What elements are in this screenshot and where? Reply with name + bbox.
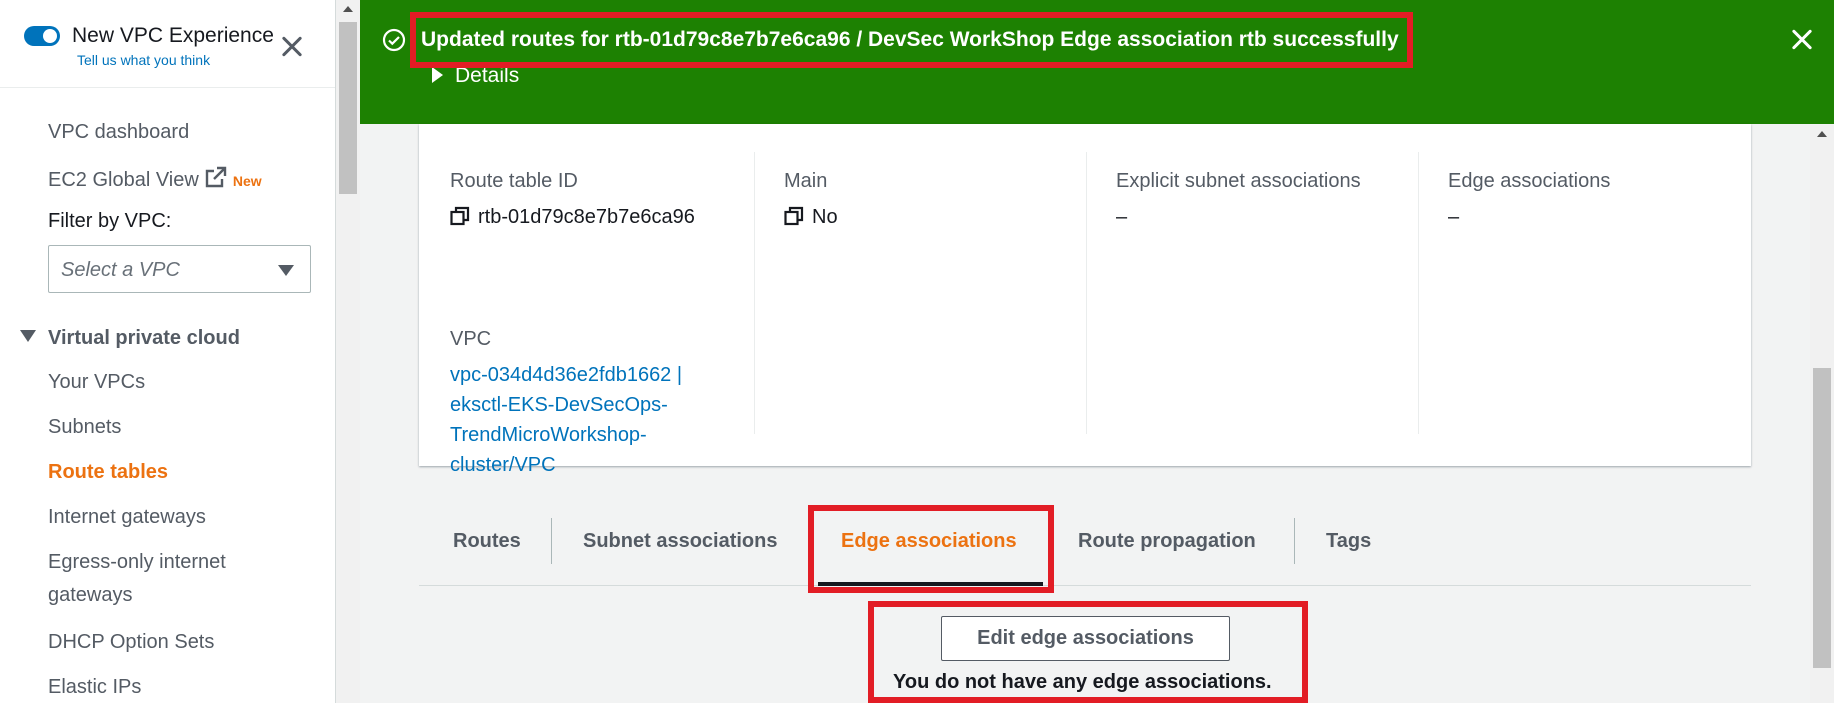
column-divider xyxy=(754,152,755,434)
sidebar-item-label: Your VPCs xyxy=(48,371,146,393)
scroll-up-arrow-icon[interactable] xyxy=(343,6,353,12)
new-experience-header: New VPC Experience Tell us what you thin… xyxy=(0,0,335,88)
sidebar-item-label: Egress-only internet xyxy=(48,551,226,573)
sidebar-item-label: Subnets xyxy=(48,416,122,438)
new-experience-toggle[interactable] xyxy=(24,26,60,46)
sidebar: New VPC Experience Tell us what you thin… xyxy=(0,0,336,703)
sidebar-item-your-vpcs[interactable]: Your VPCs xyxy=(48,371,145,394)
tab-separator xyxy=(1294,518,1295,564)
copy-icon[interactable] xyxy=(450,206,470,226)
sidebar-item-elastic-ips[interactable]: Elastic IPs xyxy=(48,676,141,699)
toggle-knob xyxy=(43,29,57,43)
vpc-label: VPC xyxy=(450,328,492,350)
main-scrollbar-thumb[interactable] xyxy=(1813,368,1831,668)
new-experience-title: New VPC Experience xyxy=(72,24,274,47)
section-title: Virtual private cloud xyxy=(48,327,240,349)
main-label: Main xyxy=(784,170,828,192)
caret-down-icon xyxy=(20,330,36,342)
vpc-filter-placeholder: Select a VPC xyxy=(61,259,180,281)
vpc-link[interactable]: vpc-034d4d36e2fdb1662 | eksctl-EKS-DevSe… xyxy=(450,360,720,480)
sidebar-item-route-tables[interactable]: Route tables xyxy=(48,461,168,484)
main-scrollbar[interactable] xyxy=(1810,125,1834,703)
explicit-subnet-associations-label: Explicit subnet associations xyxy=(1116,170,1361,192)
details-label: Details xyxy=(455,64,520,87)
route-table-id-label: Route table ID xyxy=(450,170,578,192)
sidebar-item-label: Internet gateways xyxy=(48,506,206,528)
sidebar-item-egress-only-internet-gateways-line2[interactable]: gateways xyxy=(48,584,133,607)
success-check-circle-icon xyxy=(382,28,406,52)
new-badge: New xyxy=(232,173,262,189)
filter-by-vpc-label: Filter by VPC: xyxy=(48,210,172,232)
success-flash-banner: Updated routes for rtb-01d79c8e7b7e6ca96… xyxy=(360,0,1834,124)
sidebar-item-ec2-global-view[interactable]: EC2 Global View New xyxy=(48,166,262,192)
edge-associations-value: – xyxy=(1448,206,1460,228)
empty-state-message: You do not have any edge associations. xyxy=(893,671,1272,693)
close-sidebar-icon[interactable] xyxy=(278,33,306,61)
sidebar-item-label: Route tables xyxy=(48,461,169,483)
route-table-id-value: rtb-01d79c8e7b7e6ca96 xyxy=(450,206,695,229)
edge-associations-label: Edge associations xyxy=(1448,170,1611,192)
external-link-icon xyxy=(205,166,227,188)
sidebar-item-internet-gateways[interactable]: Internet gateways xyxy=(48,506,206,529)
caret-right-icon xyxy=(432,67,443,83)
tab-separator xyxy=(551,518,552,564)
sidebar-item-label: VPC dashboard xyxy=(48,121,190,143)
caret-down-icon xyxy=(278,265,294,276)
tab-edge-associations[interactable]: Edge associations xyxy=(841,530,1017,553)
active-tab-indicator xyxy=(818,582,1043,586)
tab-routes[interactable]: Routes xyxy=(453,530,521,553)
feedback-link[interactable]: Tell us what you think xyxy=(77,52,210,68)
sidebar-item-subnets[interactable]: Subnets xyxy=(48,416,121,439)
sidebar-scrollbar[interactable] xyxy=(336,0,360,703)
vpc-link-line: eksctl-EKS-DevSecOps- xyxy=(450,394,668,416)
sidebar-item-label: EC2 Global View xyxy=(48,169,199,191)
main-value-text: No xyxy=(812,206,838,228)
column-divider xyxy=(1086,152,1087,434)
sidebar-item-dhcp-option-sets[interactable]: DHCP Option Sets xyxy=(48,631,214,654)
scroll-up-arrow-icon[interactable] xyxy=(1817,131,1827,137)
flash-message: Updated routes for rtb-01d79c8e7b7e6ca96… xyxy=(421,28,1399,51)
sidebar-item-label: gateways xyxy=(48,584,133,606)
tab-subnet-associations[interactable]: Subnet associations xyxy=(583,530,778,553)
main-value: No xyxy=(784,206,838,229)
virtual-private-cloud-section[interactable]: Virtual private cloud xyxy=(20,327,240,350)
route-table-details-card: Route table ID rtb-01d79c8e7b7e6ca96 VPC… xyxy=(419,124,1751,476)
sidebar-item-label: Elastic IPs xyxy=(48,676,142,698)
sidebar-item-label: DHCP Option Sets xyxy=(48,631,215,653)
vpc-link-line: vpc-034d4d36e2fdb1662 | xyxy=(450,364,683,386)
dismiss-flash-icon[interactable] xyxy=(1788,26,1816,54)
route-table-id-text: rtb-01d79c8e7b7e6ca96 xyxy=(478,206,695,228)
sidebar-item-vpc-dashboard[interactable]: VPC dashboard xyxy=(48,121,189,144)
copy-icon[interactable] xyxy=(784,206,804,226)
tab-route-propagation[interactable]: Route propagation xyxy=(1078,530,1256,553)
flash-details-toggle[interactable]: Details xyxy=(432,64,519,88)
sidebar-item-egress-only-internet-gateways[interactable]: Egress-only internet xyxy=(48,551,226,574)
explicit-subnet-associations-value: – xyxy=(1116,206,1128,228)
vpc-filter-select[interactable]: Select a VPC xyxy=(48,245,311,293)
vpc-link-line: TrendMicroWorkshop- xyxy=(450,424,647,446)
sidebar-scrollbar-thumb[interactable] xyxy=(339,22,357,194)
vpc-link-line: cluster/VPC xyxy=(450,454,556,476)
column-divider xyxy=(1418,152,1419,434)
edit-edge-associations-button[interactable]: Edit edge associations xyxy=(941,616,1230,661)
tab-tags[interactable]: Tags xyxy=(1326,530,1371,553)
tab-bar: Routes Subnet associations Edge associat… xyxy=(419,508,1751,586)
